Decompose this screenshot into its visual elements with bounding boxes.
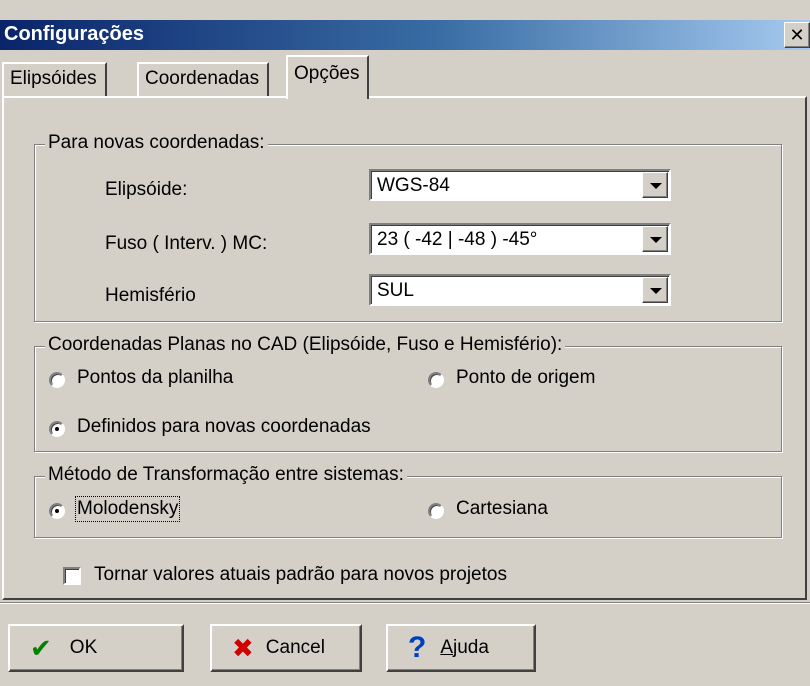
fuso-value: 23 ( -42 | -48 ) -45° <box>377 229 538 250</box>
default-values-checkbox[interactable] <box>63 567 81 585</box>
cancel-button[interactable]: ✖ Cancel <box>210 624 362 672</box>
group-new-coordinates-legend: Para novas coordenadas: <box>45 132 268 154</box>
tab-panel-opcoes: Para novas coordenadas: Elipsóide: WGS-8… <box>2 96 807 600</box>
close-button[interactable]: ✕ <box>784 22 810 48</box>
fuso-dropdown-arrow-icon[interactable] <box>642 226 668 252</box>
close-icon: ✕ <box>789 25 805 45</box>
group-cad-coordinates-legend: Coordenadas Planas no CAD (Elipsóide, Fu… <box>45 334 566 356</box>
tab-coordenadas[interactable]: Coordenadas <box>137 62 270 96</box>
ellipsoid-value: WGS-84 <box>377 175 450 196</box>
radio-cartesiana[interactable] <box>428 503 444 519</box>
tab-elipsoides[interactable]: Elipsóides <box>2 62 107 96</box>
default-values-checkbox-label[interactable]: Tornar valores atuais padrão para novos … <box>94 564 507 586</box>
fuso-select[interactable]: 23 ( -42 | -48 ) -45° <box>369 223 671 255</box>
hemisphere-select[interactable]: SUL <box>369 274 671 306</box>
help-button-label: Ajuda <box>440 637 489 658</box>
radio-definidos-novas-label[interactable]: Definidos para novas coordenadas <box>77 416 371 438</box>
hemisphere-dropdown-arrow-icon[interactable] <box>642 277 668 303</box>
radio-pontos-planilha[interactable] <box>49 372 65 388</box>
group-cad-coordinates: Coordenadas Planas no CAD (Elipsóide, Fu… <box>34 334 782 452</box>
ellipsoid-select[interactable]: WGS-84 <box>369 169 671 201</box>
group-new-coordinates: Para novas coordenadas: Elipsóide: WGS-8… <box>34 132 782 322</box>
radio-definidos-novas[interactable] <box>49 421 65 437</box>
ellipsoid-dropdown-arrow-icon[interactable] <box>642 172 668 198</box>
question-icon: ? <box>408 631 427 664</box>
radio-ponto-origem[interactable] <box>428 372 444 388</box>
radio-molodensky[interactable] <box>49 503 65 519</box>
window-title: Configurações <box>4 23 145 45</box>
tab-opcoes[interactable]: Opções <box>286 55 370 99</box>
radio-molodensky-label[interactable]: Molodensky <box>74 496 181 522</box>
ellipsoid-label: Elipsóide: <box>105 179 188 200</box>
hemisphere-label: Hemisfério <box>105 285 196 306</box>
fuso-label: Fuso ( Interv. ) MC: <box>105 233 268 254</box>
radio-pontos-planilha-label[interactable]: Pontos da planilha <box>77 367 233 389</box>
x-icon: ✖ <box>232 633 254 663</box>
check-icon: ✔ <box>30 633 52 663</box>
ok-button-label: OK <box>69 637 98 658</box>
title-bar[interactable]: Configurações ✕ <box>0 20 810 50</box>
help-button[interactable]: ? Ajuda <box>386 624 536 672</box>
footer-separator <box>0 602 810 604</box>
group-transformation-method: Método de Transformação entre sistemas: … <box>34 464 782 538</box>
ok-button[interactable]: ✔ OK <box>8 624 184 672</box>
radio-ponto-origem-label[interactable]: Ponto de origem <box>456 367 595 389</box>
radio-cartesiana-label[interactable]: Cartesiana <box>456 498 548 520</box>
cancel-button-label: Cancel <box>265 637 325 658</box>
hemisphere-value: SUL <box>377 280 414 301</box>
settings-dialog: Configurações ✕ Elipsóides Coordenadas O… <box>0 0 810 686</box>
group-transformation-method-legend: Método de Transformação entre sistemas: <box>45 464 407 486</box>
